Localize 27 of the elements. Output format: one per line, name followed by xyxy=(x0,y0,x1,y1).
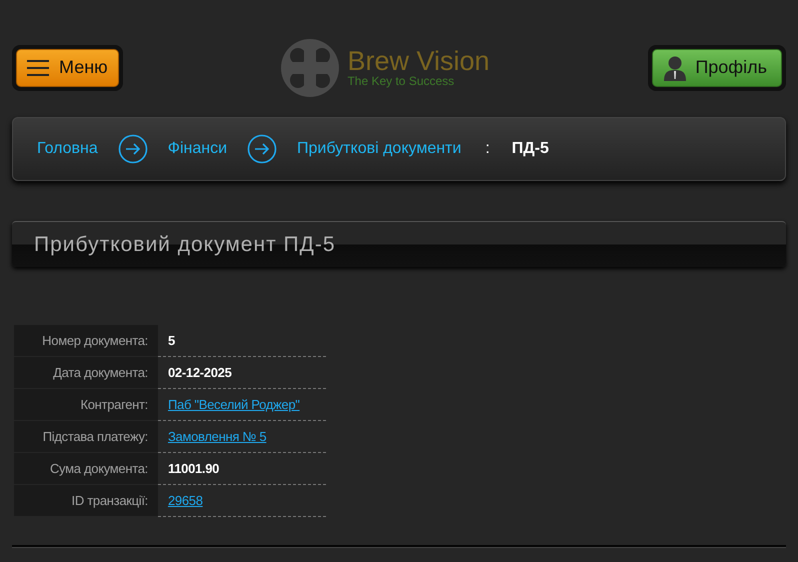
field-label: Контрагент: xyxy=(14,389,158,421)
field-value: 11001.90 xyxy=(168,460,220,476)
arrow-right-icon xyxy=(247,134,278,164)
field-label: Дата документа: xyxy=(14,357,158,389)
logo-tagline: The Key to Success xyxy=(347,75,456,87)
breadcrumb-link[interactable]: Прибуткові документи xyxy=(297,137,462,161)
menu-button[interactable]: Меню xyxy=(16,48,119,86)
field-label: Номер документа: xyxy=(14,325,158,357)
logo-icon xyxy=(281,38,340,96)
field-value: 02-12-2025 xyxy=(168,364,232,380)
profile-button[interactable]: Профіль xyxy=(652,48,782,86)
user-icon xyxy=(663,54,688,80)
field-label: ID транзакції: xyxy=(14,485,158,517)
menu-icon xyxy=(27,60,49,76)
arrow-right-icon xyxy=(118,134,148,164)
breadcrumb-current: ПД-5 xyxy=(512,139,549,159)
value-link[interactable]: Паб "Веселий Роджер" xyxy=(168,396,300,412)
breadcrumb-link[interactable]: Фінанси xyxy=(168,137,228,161)
field-label: Підстава платежу: xyxy=(14,421,158,453)
breadcrumb-link[interactable]: Головна xyxy=(37,137,98,161)
logo-name: Brew Vision xyxy=(347,48,490,75)
value-link[interactable]: 29658 xyxy=(168,492,203,508)
field-label: Сума документа: xyxy=(14,453,158,485)
breadcrumb-separator: : xyxy=(485,139,490,159)
value-link[interactable]: Замовлення № 5 xyxy=(168,428,266,444)
page-title: Прибутковий документ ПД-5 xyxy=(12,221,786,267)
field-value: 5 xyxy=(168,332,175,348)
